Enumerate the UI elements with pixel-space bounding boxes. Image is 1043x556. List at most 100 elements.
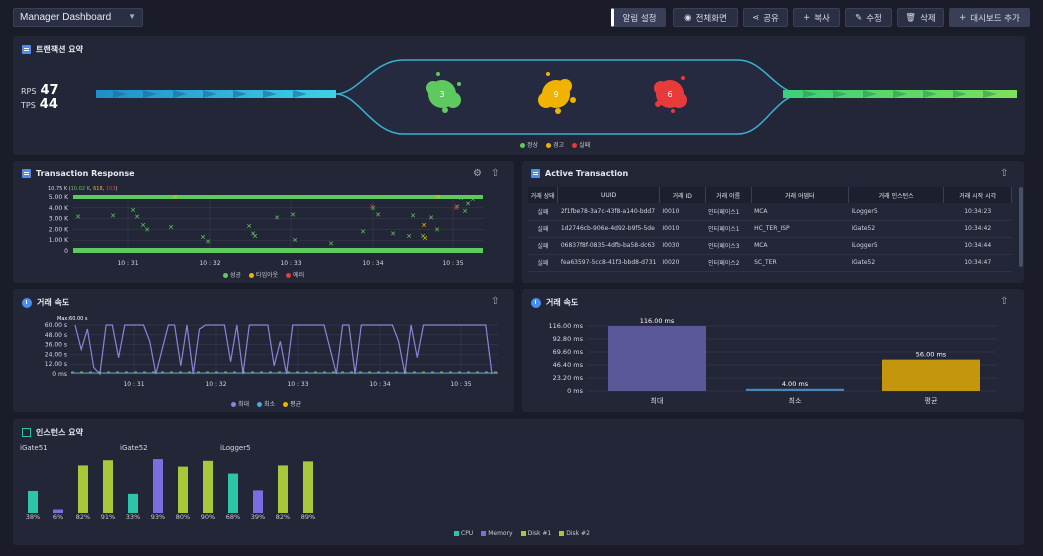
speed-bar (608, 326, 706, 391)
x-tick-label: 10 : 32 (199, 260, 220, 267)
add-dashboard-label: 대시보드 추가 (970, 13, 1020, 24)
active-tx-panel: Active Transaction ⇧ 거래 상태 UUID 거래 ID 거래… (522, 161, 1024, 283)
table-header-row: 거래 상태 UUID 거래 ID 거래 이름 거래 어댑터 거래 인스턴스 거래… (528, 187, 1012, 203)
copy-button[interactable]: + 복사 (793, 8, 840, 27)
table-cell: iGate52 (848, 254, 944, 272)
table-row[interactable]: 실패 1d2746cb-906e-4d92-b9f5-5de I0010 인터페이스1… (528, 220, 1012, 238)
instance-bar-label: 68% (226, 513, 240, 521)
timeout-point: ✕ (435, 194, 441, 202)
tx-flow-diagram: 3 9 6 (96, 59, 1017, 135)
col-start-time[interactable]: 거래 시작 시각 (943, 187, 1012, 203)
legend-disk1: Disk #1 (520, 530, 551, 537)
success-point: ✕ (328, 240, 334, 248)
table-cell: iGate52 (848, 220, 944, 238)
share-button[interactable]: ⋖ 공유 (743, 8, 788, 27)
table-cell: 10:34:47 (943, 254, 1012, 272)
edit-button[interactable]: ✎ 수정 (845, 8, 892, 27)
table-cell: 실패 (528, 203, 558, 221)
y-tick-label: 69.60 ms (553, 348, 584, 356)
instance-name: iGate52 (120, 444, 148, 452)
success-point: ✕ (462, 208, 468, 216)
instance-bar-label: 82% (276, 513, 290, 521)
instance-bar (253, 490, 263, 513)
instance-bar (153, 459, 163, 513)
bar-category-label: 평균 (925, 396, 938, 405)
table-cell: 실패 (528, 220, 558, 238)
col-instance[interactable]: 거래 인스턴스 (848, 187, 945, 203)
tx-summary-legend: 정상 경고 실패 (520, 140, 590, 149)
success-point: ✕ (75, 213, 81, 221)
instance-bar-label: 93% (151, 513, 165, 521)
y-tick-label: 36.00 s (45, 342, 67, 349)
success-point: ✕ (458, 195, 464, 203)
legend-normal: 정상 (520, 140, 538, 149)
series-max-line (74, 324, 493, 376)
legend-cpu: CPU (454, 530, 473, 537)
col-adapter[interactable]: 거래 어댑터 (751, 187, 849, 203)
y-tick-label: 0 (64, 248, 68, 255)
col-tx-name[interactable]: 거래 이름 (705, 187, 752, 203)
col-tx-id[interactable]: 거래 ID (659, 187, 706, 203)
fullscreen-button[interactable]: ◉ 전체화면 (673, 8, 738, 27)
eye-icon: ◉ (684, 12, 692, 23)
delete-button[interactable]: 🗑 삭제 (897, 8, 944, 27)
y-tick-label: 0 ms (52, 371, 67, 378)
y-tick-label: 24.00 s (45, 351, 67, 358)
y-tick-label: 48.00 s (45, 332, 67, 339)
y-tick-label: 92.80 ms (553, 335, 584, 343)
y-tick-label: 5.00 K (49, 194, 69, 201)
add-dashboard-button[interactable]: + 대시보드 추가 (949, 8, 1030, 27)
instance-bar-label: 39% (251, 513, 265, 521)
success-point: ✕ (406, 232, 412, 240)
instance-bar-label: 38% (26, 513, 40, 521)
widget-icon (531, 169, 540, 178)
table-cell: I0020 (659, 254, 706, 272)
table-row[interactable]: 실패 fea63597-5cc8-41f3-bbd8-d731 I0020 인터페이스… (528, 254, 1012, 272)
table-cell: 인터페이스3 (705, 237, 752, 255)
table-scrollbar[interactable] (1019, 187, 1023, 267)
success-point: ✕ (274, 214, 280, 222)
instance-name: iGate51 (20, 444, 48, 452)
alarm-settings-button[interactable]: 알림 설정 (611, 8, 666, 27)
top-bar: Manager Dashboard ▼ 알림 설정 ◉ 전체화면 ⋖ 공유 + 복사 … (0, 0, 1043, 34)
col-uuid[interactable]: UUID (557, 187, 660, 203)
y-tick-label: 1.00 K (49, 237, 69, 244)
chevron-down-icon: ▼ (128, 12, 136, 21)
x-tick-label: 10 : 32 (205, 381, 226, 388)
legend-memory: Memory (481, 530, 513, 537)
y-tick-label: 23.20 ms (553, 374, 584, 382)
table-cell: 인터페이스1 (705, 220, 752, 238)
dashboard-select[interactable]: Manager Dashboard ▼ (13, 8, 143, 27)
y-tick-label: 3.00 K (49, 216, 69, 223)
table-cell: 10:34:23 (943, 203, 1012, 221)
legend-disk2: Disk #2 (559, 530, 590, 537)
success-point: ✕ (292, 237, 298, 245)
tx-response-legend: 성공 타임아웃 에러 (223, 270, 304, 279)
x-tick-label: 10 : 35 (450, 381, 471, 388)
error-point: ✕ (453, 204, 459, 212)
plus-icon: + (803, 12, 811, 23)
bar-value-label: 116.00 ms (640, 317, 675, 325)
instance-bar (178, 466, 188, 513)
table-row[interactable]: 실패 2f1fbe78-3a7c-43f8-a140-bdd7 I0010 인터페이스… (528, 203, 1012, 221)
export-icon[interactable]: ⇧ (1000, 168, 1008, 179)
share-label: 공유 (763, 13, 779, 24)
bar-category-label: 최소 (789, 396, 802, 405)
input-flow-stream (96, 90, 336, 98)
instance-bar (128, 493, 138, 513)
table-cell: 인터페이스2 (705, 254, 752, 272)
table-cell: SC_TER (751, 254, 849, 272)
instance-bar-label: 33% (126, 513, 140, 521)
bar-value-label: 56.00 ms (916, 351, 947, 359)
table-cell: iLogger5 (848, 237, 944, 255)
instance-bar-label: 90% (201, 513, 215, 521)
col-status[interactable]: 거래 상태 (528, 187, 559, 203)
instance-name: iLogger5 (220, 444, 251, 452)
table-row[interactable]: 실패 06837f8f-0835-4dfb-ba58-dc63 I0030 인터페이스… (528, 237, 1012, 255)
speed-line-legend: 최대 최소 평균 (231, 399, 301, 408)
edit-icon: ✎ (855, 12, 863, 23)
table-cell: iLogger5 (848, 203, 944, 221)
instance-bar-label: 89% (301, 513, 315, 521)
table-cell: MCA (751, 237, 849, 255)
success-point: ✕ (205, 238, 211, 246)
